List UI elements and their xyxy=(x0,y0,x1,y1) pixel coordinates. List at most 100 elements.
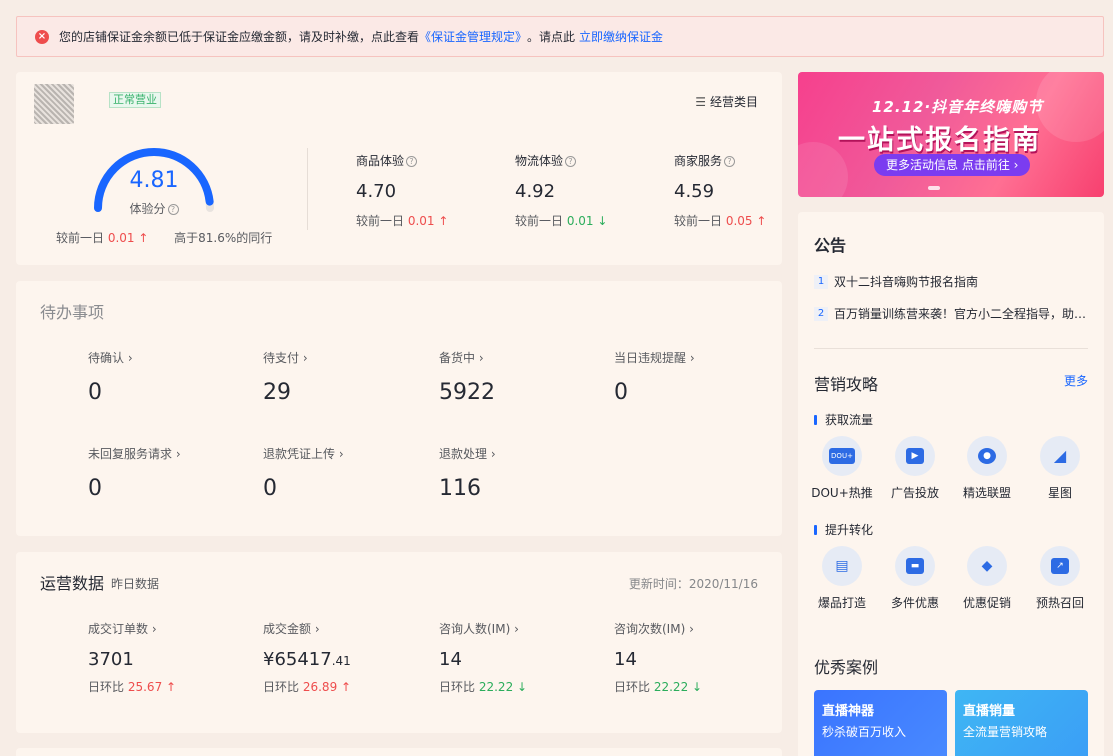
shop-status-badge: 正常营业 xyxy=(109,92,161,108)
compare-prefix: 较前一日 xyxy=(56,231,105,245)
todo-unanswered-service[interactable]: 未回复服务请求 › 0 xyxy=(88,445,181,501)
help-icon[interactable]: ? xyxy=(724,156,736,167)
banner-cta-button[interactable]: 更多活动信息 点击前往 › xyxy=(874,154,1031,176)
deposit-alert: × 您的店铺保证金余额已低于保证金应缴金额，请及时补缴，点此查看 《保证金管理规… xyxy=(16,16,1104,57)
todo-label: 备货中 › xyxy=(439,351,484,365)
notice-item[interactable]: 1 双十二抖音嗨购节报名指南 xyxy=(814,273,1088,290)
tool-ad-placement[interactable]: ▶ 广告投放 xyxy=(879,436,951,501)
case-title: 直播神器 xyxy=(822,704,875,719)
metric-delta: 0.01 xyxy=(407,214,435,228)
tool-star-map[interactable]: ◢ 星图 xyxy=(1024,436,1096,501)
todo-label: 退款处理 › xyxy=(439,447,496,461)
tool-hot-product[interactable]: ▤ 爆品打造 xyxy=(806,546,878,611)
todo-refund-voucher[interactable]: 退款凭证上传 › 0 xyxy=(263,445,344,501)
ops-order-count[interactable]: 成交订单数 › 3701 日环比 25.67 ↑ xyxy=(88,620,176,695)
todo-count: 5922 xyxy=(439,380,495,405)
peer-rank-text: 高于81.6%的同行 xyxy=(174,231,273,245)
notice-text: 百万销量训练营来袭！官方小二全程指导，助… xyxy=(834,307,1087,321)
ops-gmv[interactable]: 成交金额 › ¥65417.41 日环比 26.89 ↑ xyxy=(263,620,351,695)
help-icon[interactable]: ? xyxy=(167,204,179,215)
ops-updated-time: 更新时间：2020/11/16 xyxy=(628,577,758,591)
todo-refund-processing[interactable]: 退款处理 › 116 xyxy=(439,445,496,501)
help-icon[interactable]: ? xyxy=(406,156,418,167)
ops-label: 咨询次数(IM) › xyxy=(614,622,694,636)
traffic-section-label: 获取流量 xyxy=(814,411,873,428)
marketing-more-link[interactable]: 更多 xyxy=(1064,372,1088,389)
ops-im-visitors[interactable]: 咨询人数(IM) › 14 日环比 22.22 ↓ xyxy=(439,620,527,695)
ad-play-icon: ▶ xyxy=(895,436,935,476)
todo-count: 0 xyxy=(88,380,102,405)
basket-icon: ▤ xyxy=(822,546,862,586)
ops-delta: 22.22 xyxy=(478,680,514,694)
todo-label: 未回复服务请求 › xyxy=(88,447,181,461)
list-icon: ☰ xyxy=(695,94,706,109)
metric-delta: 0.05 xyxy=(725,214,753,228)
pay-deposit-link[interactable]: 立即缴纳保证金 xyxy=(579,28,663,45)
ops-value: 14 xyxy=(614,649,637,670)
todo-label: 待确认 › xyxy=(88,351,133,365)
tool-warmup-recall[interactable]: ↗ 预热召回 xyxy=(1024,546,1096,611)
todo-pending-payment[interactable]: 待支付 › 29 xyxy=(263,349,308,405)
todo-preparing-stock[interactable]: 备货中 › 5922 xyxy=(439,349,495,405)
gmv-main: ¥65417 xyxy=(263,649,332,670)
next-card-edge xyxy=(16,748,782,756)
conversion-section-label: 提升转化 xyxy=(814,521,873,538)
ops-value: ¥65417.41 xyxy=(263,649,351,670)
alert-text: 您的店铺保证金余额已低于保证金应缴金额，请及时补缴，点此查看 xyxy=(59,30,420,44)
shop-avatar xyxy=(34,84,74,124)
banner-top-text: 12.12·抖音年终嗨购节 xyxy=(872,98,1044,116)
compare-prefix: 较前一日 xyxy=(515,214,564,228)
metric-delta: 0.01 xyxy=(566,214,594,228)
tool-multi-discount[interactable]: ▬ 多件优惠 xyxy=(879,546,951,611)
trend-chart-icon: ↗ xyxy=(1040,546,1080,586)
tool-dou-plus[interactable]: DOU+ DOU+热推 xyxy=(806,436,878,501)
experience-score-card: 正常营业 ☰ 经营类目 4.81 体验分? 较前一日 0.01 ↑ 高于81.6… xyxy=(16,72,782,265)
experience-score-label: 体验分? xyxy=(116,200,192,217)
metric-label: 商品体验 xyxy=(356,154,405,168)
case-card[interactable]: 直播销量 全流量营销攻略 xyxy=(955,690,1088,756)
experience-score-value: 4.81 xyxy=(129,168,179,193)
ops-title: 运营数据 xyxy=(40,574,105,593)
ops-value: 14 xyxy=(439,649,462,670)
promo-banner[interactable]: 12.12·抖音年终嗨购节 一站式报名指南 更多活动信息 点击前往 › xyxy=(798,72,1104,197)
marketing-title: 营销攻略 xyxy=(814,375,879,394)
todo-count: 29 xyxy=(263,380,291,405)
deposit-rule-link[interactable]: 《保证金管理规定》 xyxy=(419,28,527,45)
banner-decoration xyxy=(1036,72,1104,142)
metric-value: 4.92 xyxy=(515,181,556,202)
operations-data-card: 运营数据 昨日数据 更新时间：2020/11/16 成交订单数 › 3701 日… xyxy=(16,552,782,733)
notice-number: 2 xyxy=(814,306,828,321)
business-category-link[interactable]: ☰ 经营类目 xyxy=(695,93,758,110)
arrow-up-icon: ↑ xyxy=(756,214,767,228)
ops-label: 成交订单数 › xyxy=(88,622,157,636)
dou-plus-icon: DOU+ xyxy=(822,436,862,476)
ops-subtitle: 昨日数据 xyxy=(111,577,160,591)
ops-label: 成交金额 › xyxy=(263,622,320,636)
todo-label: 退款凭证上传 › xyxy=(263,447,344,461)
ops-im-sessions[interactable]: 咨询次数(IM) › 14 日环比 22.22 ↓ xyxy=(614,620,702,695)
arrow-up-icon: ↑ xyxy=(341,680,352,694)
category-link-label: 经营类目 xyxy=(709,95,758,109)
notice-title: 公告 xyxy=(814,236,847,255)
arrow-up-icon: ↑ xyxy=(166,680,177,694)
divider xyxy=(307,148,308,230)
carousel-indicator[interactable] xyxy=(928,186,940,190)
todo-pending-confirm[interactable]: 待确认 › 0 xyxy=(88,349,133,405)
tool-alliance[interactable]: ● 精选联盟 xyxy=(951,436,1023,501)
ops-value: 3701 xyxy=(88,649,134,670)
metric-value: 4.59 xyxy=(674,181,715,202)
metric-value: 4.70 xyxy=(356,181,397,202)
notice-item[interactable]: 2 百万销量训练营来袭！官方小二全程指导，助… xyxy=(814,305,1088,322)
case-card[interactable]: 直播神器 秒杀破百万收入 xyxy=(814,690,947,756)
ops-delta: 26.89 xyxy=(302,680,338,694)
compare-value: 0.01 xyxy=(107,231,135,245)
help-icon[interactable]: ? xyxy=(565,156,577,167)
arrow-down-icon: ↓ xyxy=(517,680,528,694)
todo-violation-reminder[interactable]: 当日违规提醒 › 0 xyxy=(614,349,695,405)
notice-number: 1 xyxy=(814,274,828,289)
tool-promotion[interactable]: ◆ 优惠促销 xyxy=(951,546,1023,611)
todo-count: 0 xyxy=(88,476,102,501)
todo-count: 0 xyxy=(614,380,628,405)
divider xyxy=(814,348,1088,349)
alliance-user-icon: ● xyxy=(967,436,1007,476)
